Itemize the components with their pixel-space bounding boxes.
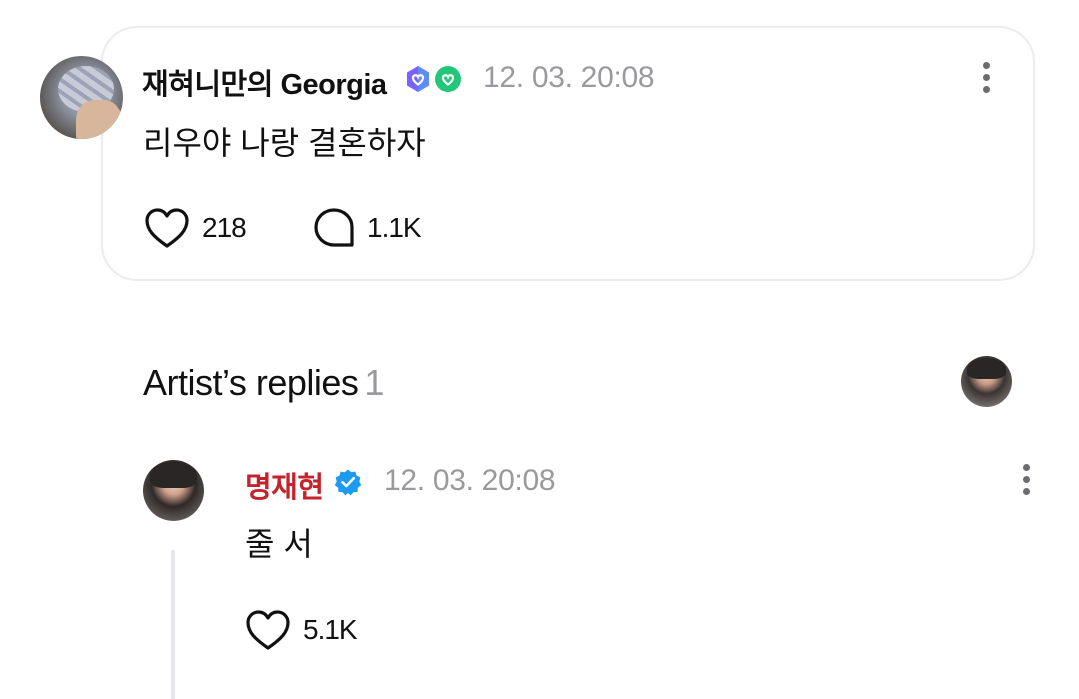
artist-replies-title: Artist’s replies	[143, 362, 359, 403]
artist-replies-avatar[interactable]	[961, 356, 1012, 407]
post-like-count: 218	[202, 212, 247, 243]
verified-badge-icon	[334, 469, 362, 496]
artist-avatar[interactable]	[143, 460, 204, 521]
membership-badge-purple-icon	[407, 66, 429, 92]
post-more-options-icon[interactable]	[980, 62, 992, 98]
reply-timestamp: 12. 03. 20:08	[384, 464, 556, 497]
comment-bubble-icon	[314, 208, 354, 247]
post-comment-count: 1.1K	[367, 212, 422, 243]
reply-thread-line	[171, 550, 175, 699]
post-comment-button[interactable]: 1.1K	[313, 207, 422, 249]
avatar-photo-hand	[76, 100, 122, 139]
post-text: 리우야 나랑 결혼하자	[143, 125, 426, 161]
post-timestamp: 12. 03. 20:08	[483, 61, 655, 94]
post-author-name[interactable]: 재혀니만의 Georgia	[142, 61, 387, 103]
heart-icon	[145, 208, 189, 248]
post-like-button[interactable]: 218	[144, 207, 247, 249]
reply-like-button[interactable]: 5.1K	[245, 609, 358, 651]
artist-replies-count: 1	[364, 362, 384, 403]
artist-replies-heading: Artist’s replies 1	[143, 362, 384, 404]
heart-icon	[246, 610, 290, 650]
reply-like-count: 5.1K	[303, 614, 358, 645]
avatar-hair	[150, 462, 197, 489]
reply-more-options-icon[interactable]	[1020, 464, 1032, 500]
reply-author-name[interactable]: 명재현	[245, 464, 324, 506]
fan-avatar[interactable]	[40, 56, 123, 139]
avatar-hair	[967, 358, 1006, 380]
membership-badge-green-icon	[435, 66, 461, 92]
reply-text: 줄 서	[245, 526, 313, 562]
